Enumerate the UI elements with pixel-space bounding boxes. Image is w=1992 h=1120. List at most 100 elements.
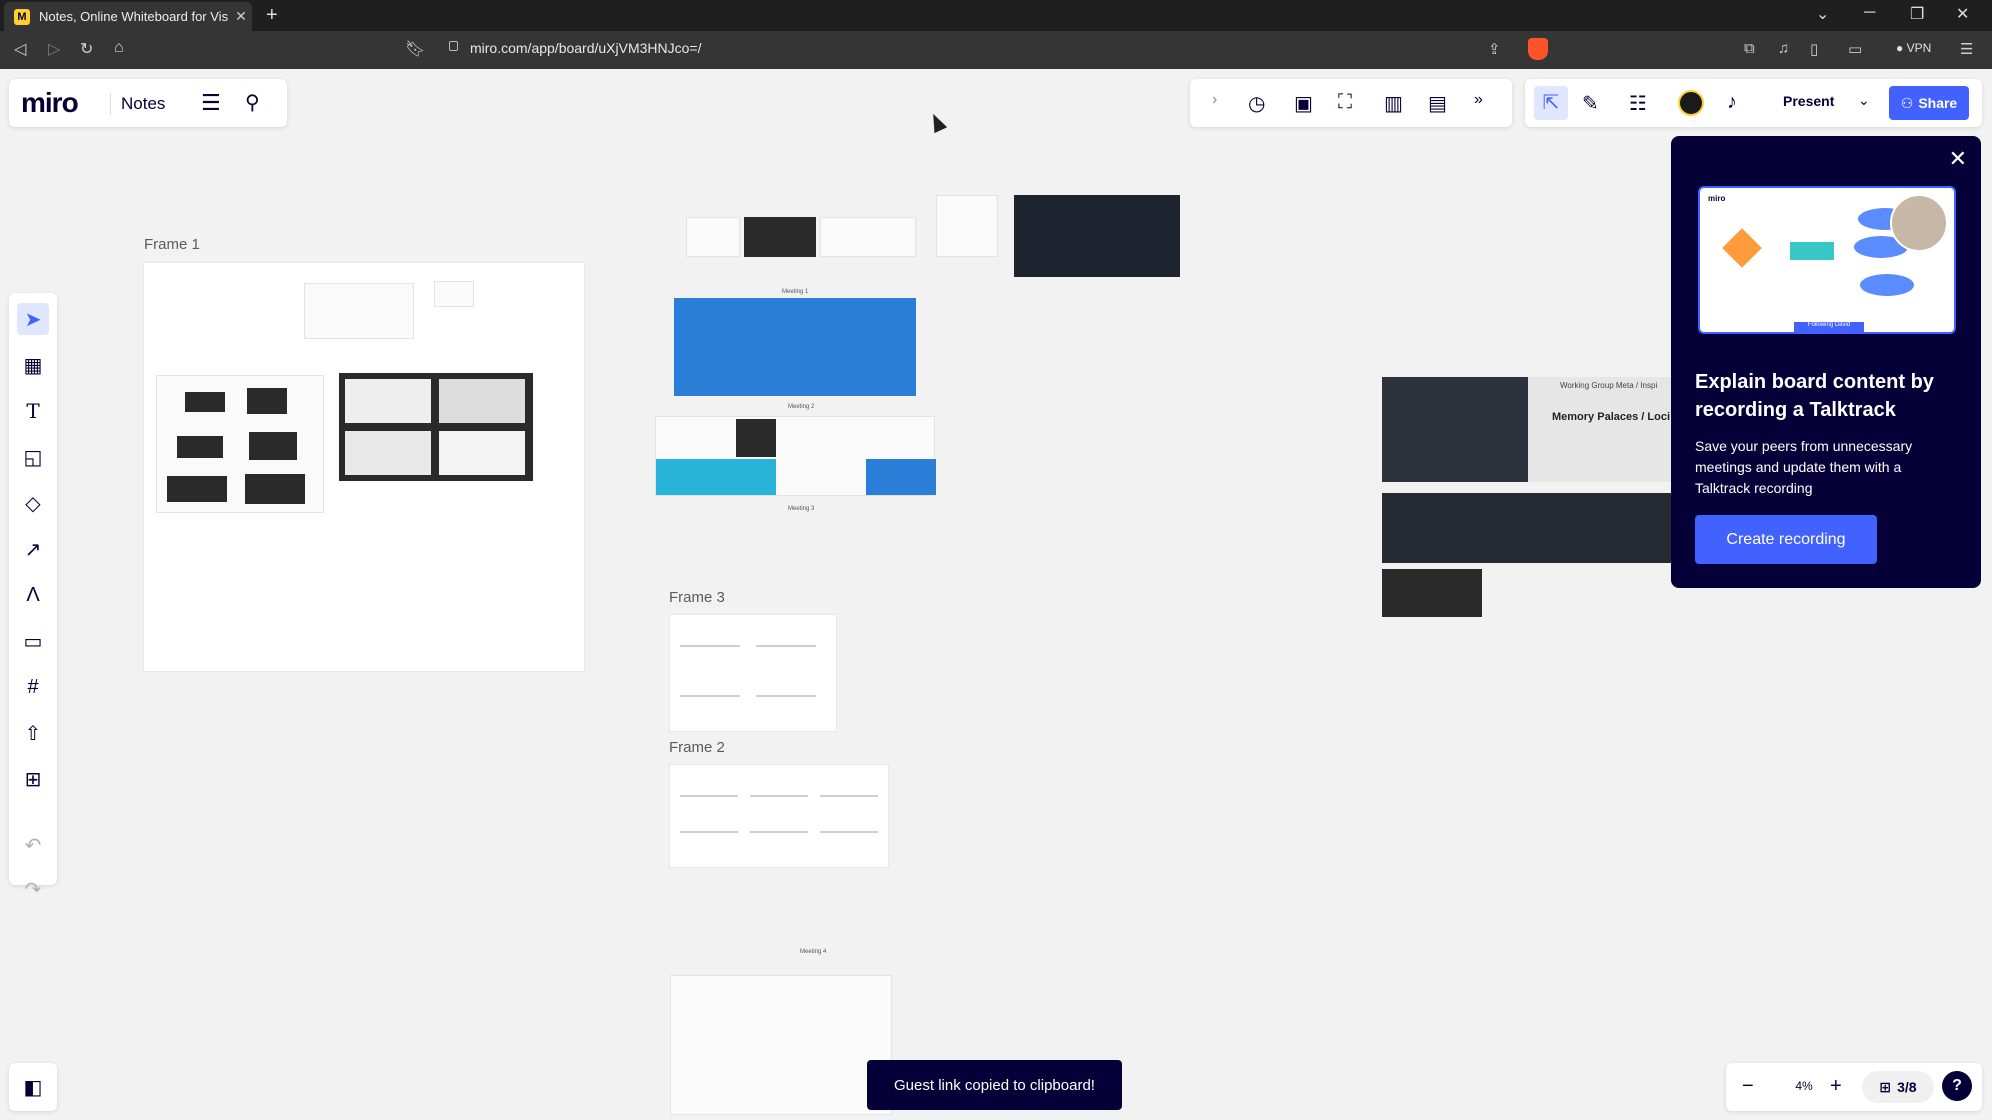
search-icon[interactable]: ⚲ (245, 90, 260, 115)
share-page-icon[interactable]: ⇪ (1488, 40, 1501, 58)
board-tools-panel: › ◷ ▣ ⛶ ▥ ▤ » (1190, 79, 1512, 127)
image-collage[interactable] (1014, 195, 1180, 277)
frame-label[interactable]: Frame 1 (144, 236, 200, 253)
address-bar: ◁ ▷ ↻ ⌂ 🔖︎ miro.com/app/board/uXjVM3HNJc… (0, 31, 1992, 69)
sidebar-icon[interactable]: ▯ (1810, 40, 1818, 58)
frame-1[interactable] (144, 263, 584, 671)
share-button[interactable]: ⚇ Share (1889, 86, 1969, 120)
avatar[interactable] (1678, 90, 1704, 116)
meeting-4-notes[interactable] (670, 975, 892, 1115)
extensions-icon[interactable]: ⧉ (1744, 40, 1755, 57)
talktrack-icon[interactable]: ▣ (1294, 91, 1313, 116)
document-thumbnail[interactable] (304, 283, 414, 339)
meeting-2-slides[interactable] (655, 416, 936, 496)
more-apps-icon[interactable]: ⊞ (17, 763, 49, 795)
present-button[interactable]: Present (1783, 93, 1834, 109)
help-icon[interactable]: ? (1942, 1071, 1972, 1101)
redo-icon[interactable]: ↷ (17, 873, 49, 905)
frame-3[interactable] (670, 615, 836, 731)
close-tab-icon[interactable]: ✕ (230, 8, 252, 25)
board-header-panel: miro Notes ☰ ⚲ (9, 79, 287, 127)
text-tool-icon[interactable]: T (17, 395, 49, 427)
chevron-down-icon[interactable]: ⌄ (1858, 92, 1870, 109)
miro-logo[interactable]: miro (21, 87, 79, 119)
cursor-follow-icon[interactable]: ⇱ (1534, 86, 1568, 120)
frame-2[interactable] (670, 765, 888, 867)
image-collage[interactable] (156, 375, 324, 513)
pen-icon[interactable]: Λ (17, 579, 49, 611)
collaboration-panel: ⇱ ✎ ☷ ♪ Present ⌄ ⚇ Share (1525, 79, 1982, 127)
sticky-note-icon[interactable]: ◱ (17, 441, 49, 473)
more-tools-icon[interactable]: » (1474, 91, 1483, 109)
menu-icon[interactable]: ☰ (1960, 40, 1973, 58)
undo-icon[interactable]: ↶ (17, 829, 49, 861)
wallet-icon[interactable]: ▭ (1848, 40, 1862, 58)
meeting-1-slides[interactable] (674, 298, 916, 396)
zoom-level[interactable]: 4% (1784, 1079, 1824, 1093)
collage-caption: Working Group Meta / Inspi (1560, 381, 1658, 390)
divider (110, 93, 111, 115)
image-tile (345, 431, 431, 475)
close-window-icon[interactable]: ✕ (1956, 4, 1969, 24)
document-thumbnail[interactable] (686, 217, 740, 257)
notifications-icon[interactable]: ♪ (1727, 91, 1737, 114)
browser-tab[interactable]: M Notes, Online Whiteboard for Vis ✕ (4, 2, 252, 31)
image-collage[interactable] (1382, 493, 1671, 563)
reload-icon[interactable]: ↻ (80, 39, 93, 59)
back-icon[interactable]: ◁ (14, 39, 26, 59)
sidebar-toggle-icon[interactable]: ◧ (17, 1071, 49, 1103)
close-icon[interactable]: ✕ (1949, 146, 1967, 172)
timer-icon[interactable]: ◷ (1248, 91, 1265, 116)
notes-icon[interactable]: ▤ (1428, 91, 1447, 116)
restore-icon[interactable]: ❐ (1910, 4, 1924, 24)
document-thumbnail[interactable] (820, 217, 916, 257)
frame-icon[interactable]: # (17, 671, 49, 703)
create-recording-button[interactable]: Create recording (1695, 515, 1877, 564)
home-icon[interactable]: ⌂ (114, 39, 124, 57)
url-field[interactable]: miro.com/app/board/uXjVM3HNJco=/ (470, 40, 702, 56)
vpn-button[interactable]: ● VPN (1896, 41, 1931, 55)
connection-line-icon[interactable]: ↗ (17, 533, 49, 565)
board-name[interactable]: Notes (121, 94, 165, 114)
bookmark-icon[interactable]: 🔖︎ (405, 39, 425, 59)
left-toolbar: ➤ ▦ T ◱ ◇ ↗ Λ ▭ # ⇧ ⊞ ↶ ↷ (9, 293, 57, 901)
image-tile (247, 388, 287, 414)
frame-label[interactable]: Frame 3 (669, 589, 725, 606)
upload-icon[interactable]: ⇧ (17, 717, 49, 749)
select-tool-icon[interactable]: ➤ (17, 303, 49, 335)
talktrack-popup: ✕ miro Following David Explain board con… (1671, 136, 1981, 588)
zoom-in-icon[interactable]: + (1830, 1075, 1842, 1098)
text-line (756, 695, 816, 697)
document-thumbnail[interactable] (434, 281, 474, 307)
zoom-out-icon[interactable]: − (1742, 1075, 1754, 1098)
shapes-icon[interactable]: ◇ (17, 487, 49, 519)
zoom-panel: − 4% + ⊞ 3/8 ? (1726, 1063, 1982, 1111)
frames-panel-toggle[interactable]: ◧ (9, 1063, 57, 1111)
diamond-shape (1722, 228, 1762, 268)
image-thumbnail[interactable] (744, 217, 816, 257)
document-thumbnail[interactable] (936, 195, 998, 257)
image-collage[interactable] (1382, 377, 1528, 482)
main-menu-icon[interactable]: ☰ (201, 90, 221, 116)
comments-icon[interactable]: ☷ (1629, 91, 1647, 116)
pages-button[interactable]: ⊞ 3/8 (1862, 1071, 1934, 1103)
tab-search-icon[interactable]: ⌄ (1816, 4, 1829, 24)
talktrack-preview-image: miro Following David (1698, 186, 1956, 334)
reactions-icon[interactable]: ✎ (1582, 91, 1599, 116)
voting-icon[interactable]: ▥ (1384, 91, 1403, 116)
image-collage[interactable] (339, 373, 533, 481)
templates-icon[interactable]: ▦ (17, 349, 49, 381)
comment-icon[interactable]: ▭ (17, 625, 49, 657)
image-collage[interactable]: Working Group Meta / Inspi Memory Palace… (1528, 377, 1671, 482)
tab-title: Notes, Online Whiteboard for Vis (39, 9, 229, 24)
chevron-right-icon[interactable]: › (1212, 91, 1217, 109)
forward-icon[interactable]: ▷ (48, 39, 60, 59)
pages-count: 3/8 (1897, 1079, 1917, 1095)
image-collage[interactable] (1382, 569, 1482, 617)
new-tab-icon[interactable]: + (266, 4, 278, 27)
media-icon[interactable]: ♫ (1778, 40, 1789, 57)
brave-shields-icon[interactable] (1528, 38, 1548, 60)
minimize-icon[interactable]: ─ (1864, 4, 1875, 22)
screen-capture-icon[interactable]: ⛶ (1338, 91, 1352, 114)
frame-label[interactable]: Frame 2 (669, 739, 725, 756)
